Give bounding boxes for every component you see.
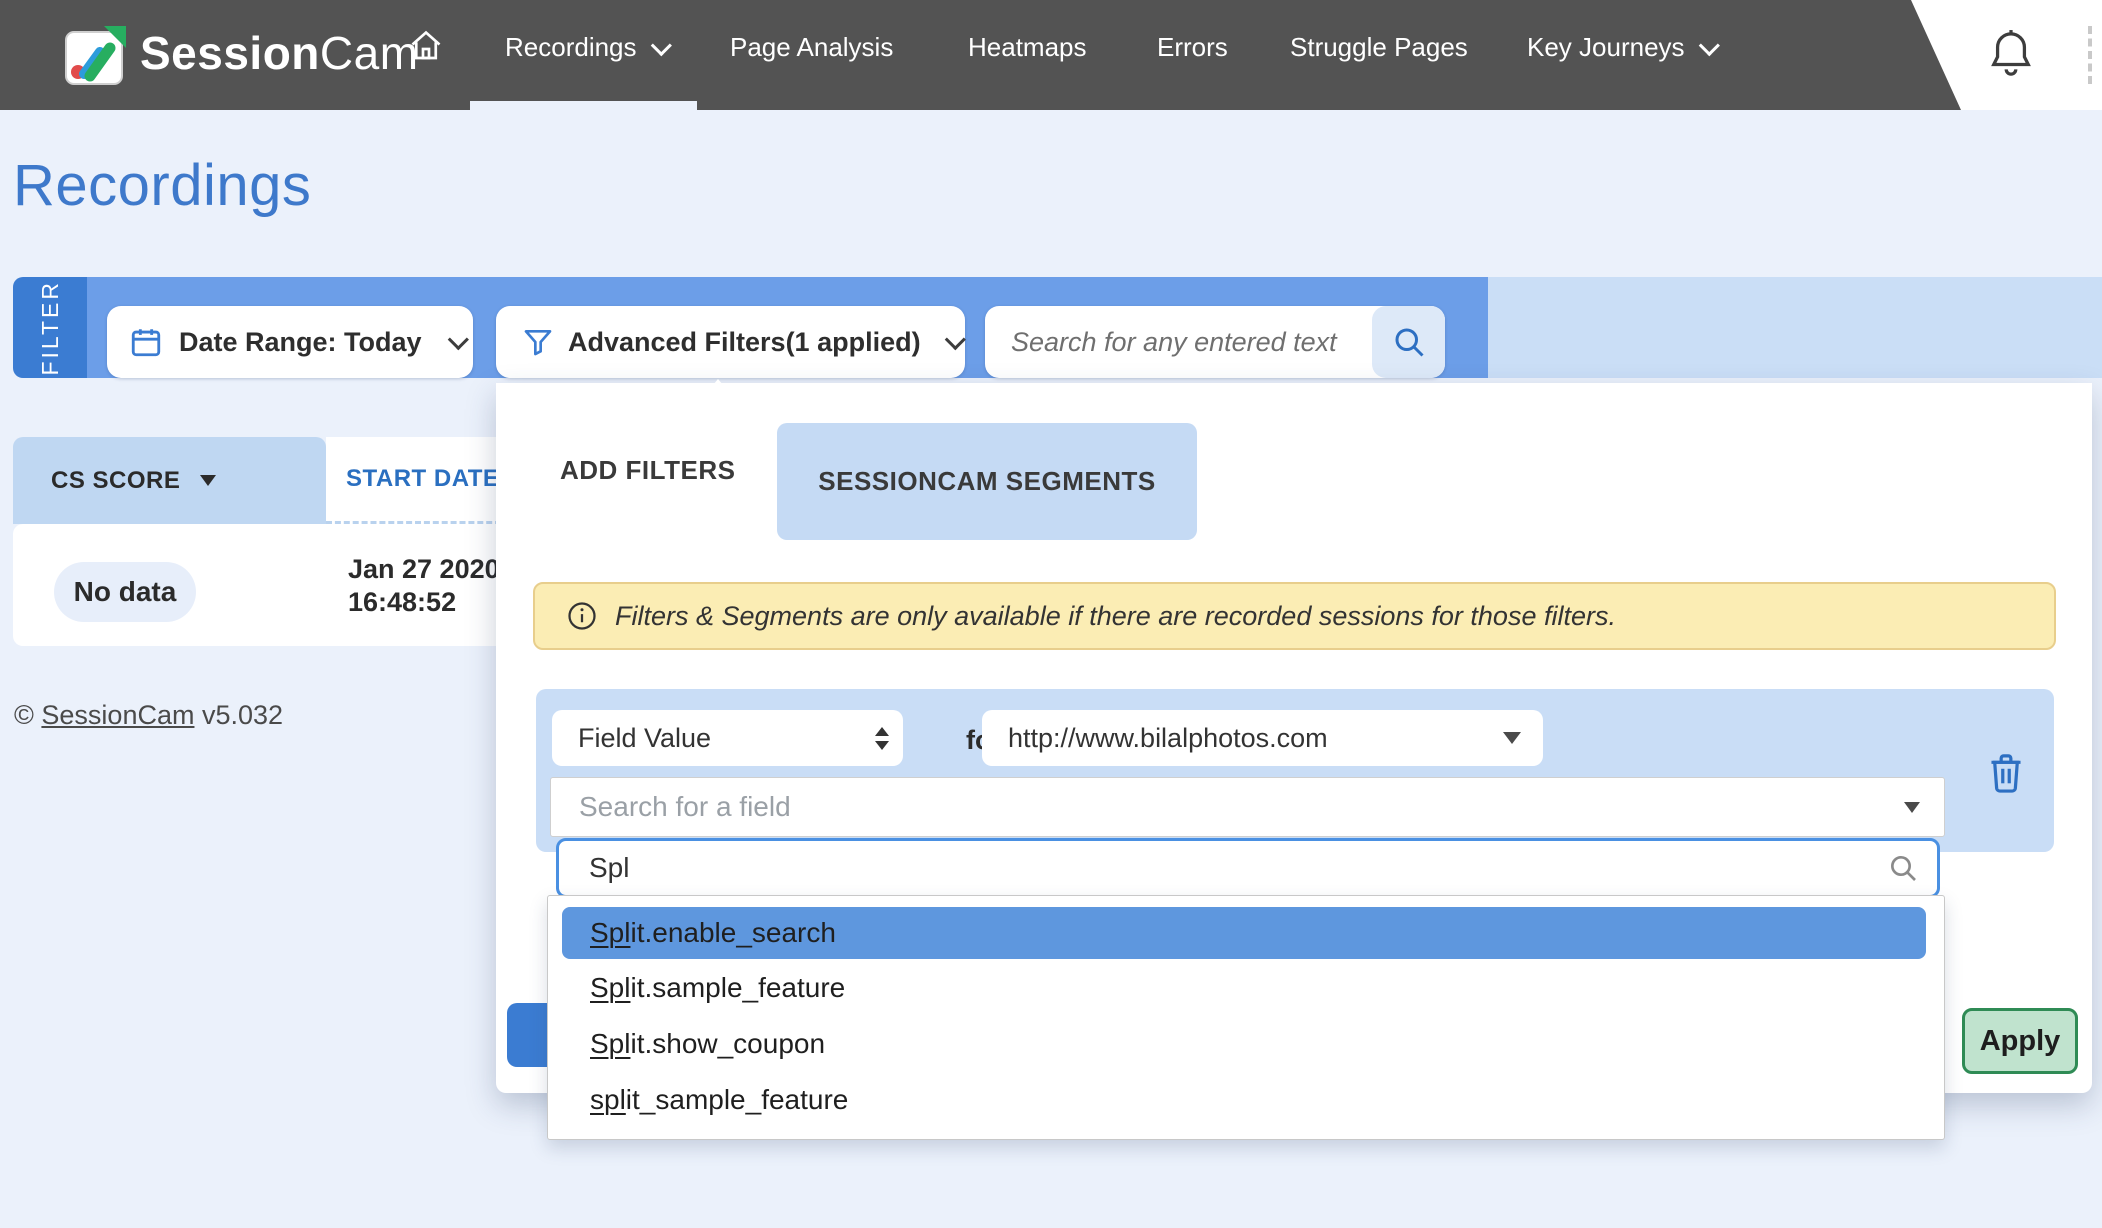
nav-item-page-analysis[interactable]: Page Analysis [730,32,893,63]
notifications-bell-icon[interactable] [1988,28,2034,80]
chevron-down-icon [447,329,468,350]
option-split-enable-search[interactable]: Split.enable_search [562,907,1926,959]
option-split-sample-feature[interactable]: Split.sample_feature [562,962,1926,1014]
calendar-icon [129,325,163,359]
select-caret-icon [1503,732,1521,744]
info-banner: Filters & Segments are only available if… [533,582,2056,650]
brand-name[interactable]: SessionCam [140,26,419,80]
session-search-box [985,306,1445,378]
chevron-down-icon [944,329,965,350]
field-type-select[interactable]: Field Value [552,710,903,766]
chevron-down-icon [1698,35,1719,56]
advanced-filters-button[interactable]: Advanced Filters(1 applied) [496,306,965,378]
start-date-cell: Jan 27 2020, 16:48:52 [348,553,507,619]
column-header-cs-score[interactable]: CS SCORE [13,437,326,524]
site-select[interactable]: http://www.bilalphotos.com [982,710,1543,766]
cs-score-badge: No data [54,562,196,622]
nav-item-errors[interactable]: Errors [1157,32,1228,63]
select-caret-icon [1904,802,1920,813]
info-icon [567,601,597,631]
column-header-start-date[interactable]: START DATE [326,437,510,524]
footer-sessioncam-link[interactable]: SessionCam [41,700,194,730]
filter-bar-extension [1488,277,2102,378]
nav-item-recordings[interactable]: Recordings [505,32,666,63]
nav-item-key-journeys[interactable]: Key Journeys [1527,32,1714,63]
option-split-show-coupon[interactable]: Split.show_coupon [562,1018,1926,1070]
sort-descending-icon [200,475,216,486]
brand-part2: Cam [320,27,419,79]
search-icon [1887,852,1919,884]
sessioncam-app: { "nav": { "brand": {"part1": "Session",… [0,0,2102,1228]
filter-collapse-tab[interactable]: FILTER [13,277,87,378]
search-button[interactable] [1372,306,1445,378]
tab-sessioncam-segments[interactable]: SESSIONCAM SEGMENTS [777,423,1197,540]
brand-part1: Session [140,27,320,79]
banner-text: Filters & Segments are only available if… [615,601,1616,632]
chevron-down-icon [650,35,671,56]
select-spinner-icon [875,727,889,750]
nav-wedge [1911,0,1961,110]
more-options-icon[interactable] [2088,26,2092,84]
field-search-typeahead [556,838,1940,898]
active-nav-indicator [470,101,697,110]
panel-pointer-notch [704,379,732,396]
nav-item-struggle-pages[interactable]: Struggle Pages [1290,32,1468,63]
field-search-placeholder: Search for a field [579,791,791,823]
sessioncam-logo-icon[interactable] [64,22,128,88]
field-search-select[interactable]: Search for a field [550,777,1945,837]
top-nav-bar: SessionCam Recordings Page Analysis Heat… [0,0,2102,110]
funnel-icon [522,326,554,358]
date-range-button[interactable]: Date Range: Today [107,306,473,378]
home-icon[interactable] [408,28,444,64]
advanced-filters-label: Advanced Filters(1 applied) [568,327,921,358]
page-title: Recordings [13,152,311,219]
tab-add-filters[interactable]: ADD FILTERS [560,455,735,486]
delete-filter-trash-icon[interactable] [1986,751,2026,793]
search-icon [1391,324,1427,360]
option-split-sample-feature-2[interactable]: split_sample_feature [562,1074,1926,1126]
field-options-list: Split.enable_search Split.sample_feature… [547,895,1945,1140]
table-row[interactable]: No data Jan 27 2020, 16:48:52 [13,524,510,646]
date-range-label: Date Range: Today [179,327,422,358]
field-search-input[interactable] [587,851,1887,885]
session-search-input[interactable] [1009,311,1372,373]
footer-version: © SessionCam v5.032 [14,700,283,731]
nav-item-heatmaps[interactable]: Heatmaps [968,32,1087,63]
apply-button[interactable]: Apply [1962,1008,2078,1074]
